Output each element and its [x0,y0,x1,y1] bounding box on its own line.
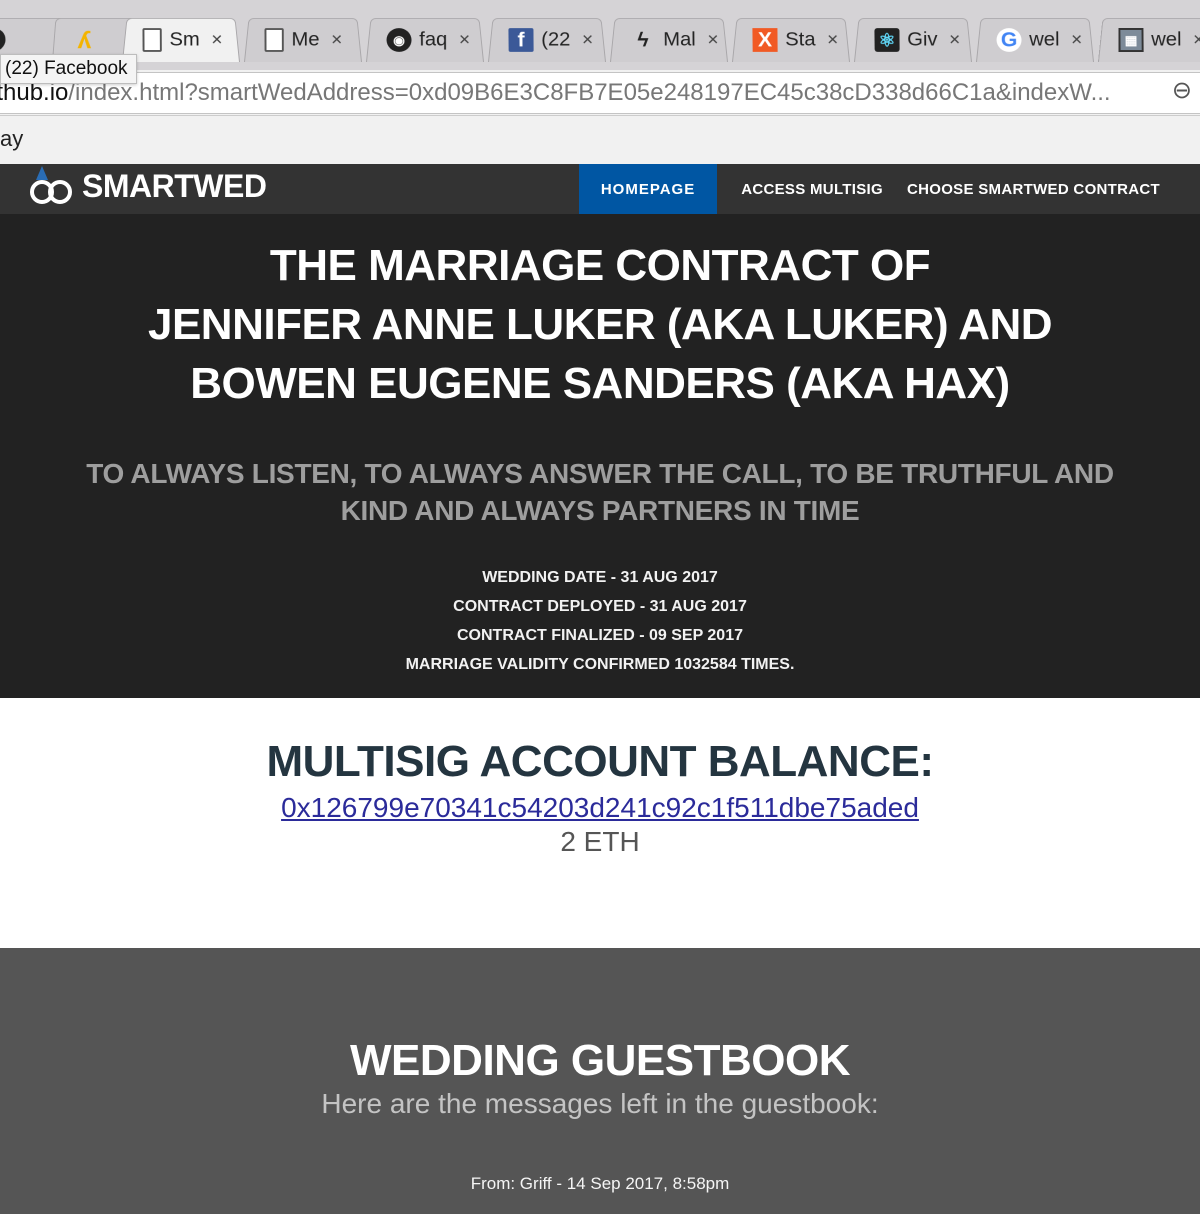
guestbook-subheading: Here are the messages left in the guestb… [321,1088,879,1119]
browser-tab[interactable]: X Sta × [732,17,850,62]
tab-title: Sta [785,28,816,50]
nav-choose-contract[interactable]: CHOOSE SMARTWED CONTRACT [895,164,1172,214]
close-tab-icon[interactable]: × [827,29,838,50]
address-bar[interactable]: ithub.io/index.html?smartWedAddress=0xd0… [0,72,1200,114]
guestbook-section: WEDDING GUESTBOOK Here are the messages … [0,948,1200,1214]
wedding-rings-icon [28,165,76,204]
react-icon: ⚛ [874,27,900,52]
nav-homepage[interactable]: HOMEPAGE [578,164,718,214]
browser-toolbar: ithub.io/index.html?smartWedAddress=0xd0… [0,70,1200,116]
wedding-date: WEDDING DATE - 31 AUG 2017 [482,569,718,586]
browser-tab[interactable]: ϟ Mal × [610,17,728,62]
bookmark-item[interactable]: ay [0,126,23,151]
browser-tab[interactable]: ⚛ Giv × [854,17,972,62]
close-tab-icon[interactable]: × [459,29,470,50]
browser-tab[interactable]: ◉ faq × [366,17,484,62]
title-line: THE MARRIAGE CONTRACT OF [269,241,931,290]
tab-title: (22 [541,28,571,50]
browser-tab[interactable]: f (22 × [488,17,606,62]
google-icon: G [996,27,1022,52]
multisig-balance-section: MULTISIG ACCOUNT BALANCE: 0x126799e70341… [0,698,1200,948]
close-tab-icon[interactable]: × [582,29,593,50]
close-tab-icon[interactable]: × [331,29,342,50]
brand-logo[interactable]: SMARTWED [28,165,267,205]
signature-icon: ϟ [637,27,649,51]
browser-tab[interactable]: ▦ wel × [1098,17,1200,62]
close-tab-icon[interactable]: × [1071,29,1082,50]
close-tab-icon[interactable]: × [949,29,960,50]
wedding-vow: TO ALWAYS LISTEN, TO ALWAYS ANSWER THE C… [86,458,1114,526]
nav-access-multisig[interactable]: ACCESS MULTISIG [729,164,895,214]
url-path: /index.html?smartWedAddress=0xd09B6E3C8F… [68,79,1111,106]
brand-name: SMARTWED [82,168,267,204]
close-tab-icon[interactable]: × [211,29,222,50]
grid-icon: ▦ [1118,27,1144,52]
tab-tooltip: (22) Facebook [0,54,137,84]
github-icon: ◉ [0,27,7,52]
contract-finalized: CONTRACT FINALIZED - 09 SEP 2017 [457,627,743,644]
tab-title: faq [419,28,448,50]
validity-count: MARRIAGE VALIDITY CONFIRMED 1032584 TIME… [405,656,795,673]
tab-title: Me [291,28,320,50]
bookmarks-bar: ay [0,118,1200,164]
browser-tab-active[interactable]: Sm × [122,17,240,62]
page-content: SMARTWED HOMEPAGE ACCESS MULTISIG CHOOSE… [0,164,1200,1214]
balance-amount: 2 ETH [560,826,640,857]
contract-facts: WEDDING DATE - 31 AUG 2017 CONTRACT DEPL… [0,563,1200,679]
browser-tab[interactable]: G wel × [976,17,1094,62]
facebook-icon: f [508,27,534,52]
tab-title: Giv [907,28,938,50]
guestbook-entry-from: From: Griff - 14 Sep 2017, 8:58pm [470,1174,730,1193]
nav-menu: HOMEPAGE ACCESS MULTISIG CHOOSE SMARTWED… [578,164,1172,214]
tab-title: Mal [663,28,696,50]
multisig-address-link[interactable]: 0x126799e70341c54203d241c92c1f511dbe75ad… [281,792,919,824]
browser-tab[interactable]: Me × [244,17,362,62]
site-navbar: SMARTWED HOMEPAGE ACCESS MULTISIG CHOOSE… [0,164,1200,214]
tab-title: wel [1151,28,1182,50]
close-tab-icon[interactable]: × [707,29,718,50]
github-icon: ◉ [386,27,412,52]
ribbon-icon: ʎ [77,25,92,53]
balance-heading: MULTISIG ACCOUNT BALANCE: [266,737,935,786]
document-icon [142,27,162,52]
document-icon [264,27,284,52]
x-logo-icon: X [752,27,778,52]
guestbook-heading: WEDDING GUESTBOOK [350,1036,850,1085]
tab-title: Sm [169,28,200,50]
browser-tab-strip: ◉ ʎ Sm × Me × ◉ faq × f (22 × ϟ [0,0,1200,70]
title-line: BOWEN EUGENE SANDERS (AKA HAX) [190,359,1010,408]
contract-deployed: CONTRACT DEPLOYED - 31 AUG 2017 [453,598,747,615]
contract-title: THE MARRIAGE CONTRACT OF JENNIFER ANNE L… [0,236,1200,413]
title-line: JENNIFER ANNE LUKER (AKA LUKER) AND [147,300,1053,349]
close-tab-icon[interactable]: × [1193,29,1200,50]
zoom-out-icon[interactable]: ⊖ [1172,76,1192,105]
contract-hero: THE MARRIAGE CONTRACT OF JENNIFER ANNE L… [0,214,1200,698]
tab-title: wel [1029,28,1060,50]
